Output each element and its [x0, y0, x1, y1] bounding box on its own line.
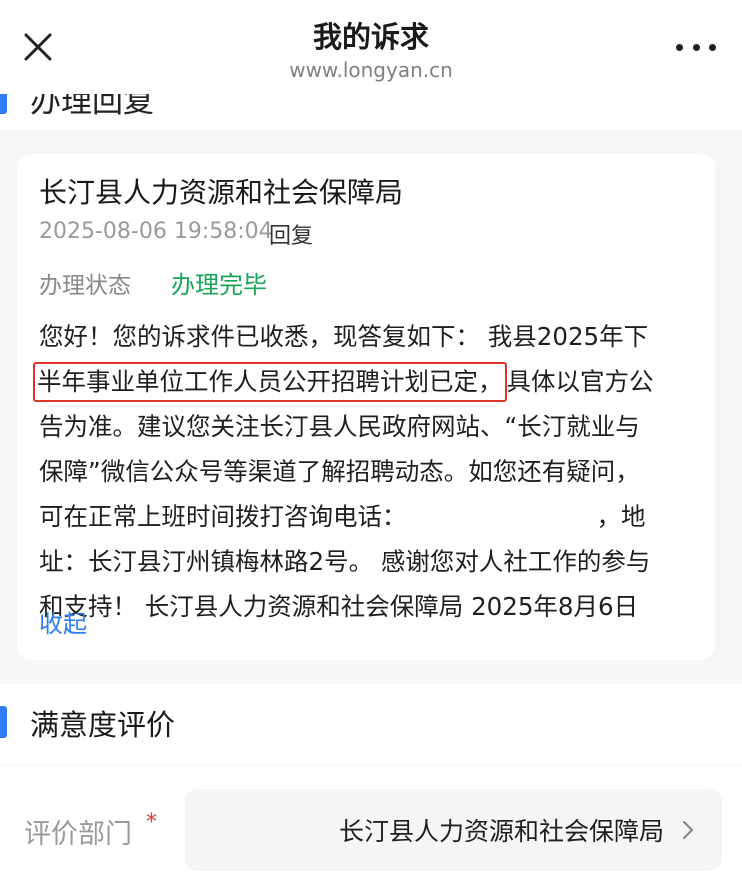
status-value: 办理完毕: [171, 271, 267, 299]
evaluation-department-label: 评价部门: [24, 819, 132, 850]
reply-line-text: 具体以官方公: [506, 367, 654, 396]
satisfaction-title: 满意度评价: [30, 708, 176, 742]
more-dots-icon[interactable]: [676, 41, 716, 53]
page-title: 我的诉求: [312, 20, 429, 54]
evaluation-department-select[interactable]: 长汀县人力资源和社会保障局: [185, 789, 722, 871]
reply-card: 长汀县人力资源和社会保障局 2025-08-06 19:58:04 回复 办理状…: [17, 154, 715, 660]
reply-department: 长汀县人力资源和社会保障局: [39, 176, 404, 209]
reply-line: 可在正常上班时间拨打咨询电话： ，地: [39, 494, 699, 539]
chevron-right-icon: [682, 820, 694, 840]
highlighted-phrase: 半年事业单位工作人员公开招聘计划已定，: [33, 362, 507, 402]
reply-line: 半年事业单位工作人员公开招聘计划已定， 具体以官方公: [33, 359, 699, 404]
reply-line-text: 可在正常上班时间拨打咨询电话：: [39, 502, 407, 531]
reply-line: 告为准。建议您关注长汀县人民政府网站、“长汀就业与: [39, 412, 640, 441]
page-url: www.longyan.cn: [289, 58, 453, 82]
reply-line: 址：长汀县汀州镇梅林路2号。 感谢您对人社工作的参与: [39, 547, 651, 576]
satisfaction-section-header: 满意度评价: [0, 684, 742, 764]
evaluation-department-row: 评价部门 * 长汀县人力资源和社会保障局: [0, 766, 742, 877]
status-label: 办理状态: [39, 273, 131, 299]
navigation-bar: 我的诉求 www.longyan.cn: [0, 0, 742, 94]
reply-tag: 回复: [269, 224, 314, 249]
reply-line: 和支持！ 长汀县人力资源和社会保障局 2025年8月6日: [39, 592, 639, 621]
reply-line: 您好！您的诉求件已收悉，现答复如下： 我县2025年下: [39, 322, 649, 351]
reply-timestamp: 2025-08-06 19:58:04: [39, 219, 273, 244]
reply-line: 保障”微信公众号等渠道了解招聘动态。如您还有疑问，: [39, 457, 640, 486]
required-mark: *: [146, 810, 157, 835]
collapse-link[interactable]: 收起: [39, 604, 87, 639]
reply-content: 您好！您的诉求件已收悉，现答复如下： 我县2025年下 半年事业单位工作人员公开…: [33, 314, 699, 629]
section-accent-bar: [0, 706, 7, 738]
reply-line-text: ，地: [596, 502, 646, 531]
selected-department: 长汀县人力资源和社会保障局: [338, 817, 664, 846]
